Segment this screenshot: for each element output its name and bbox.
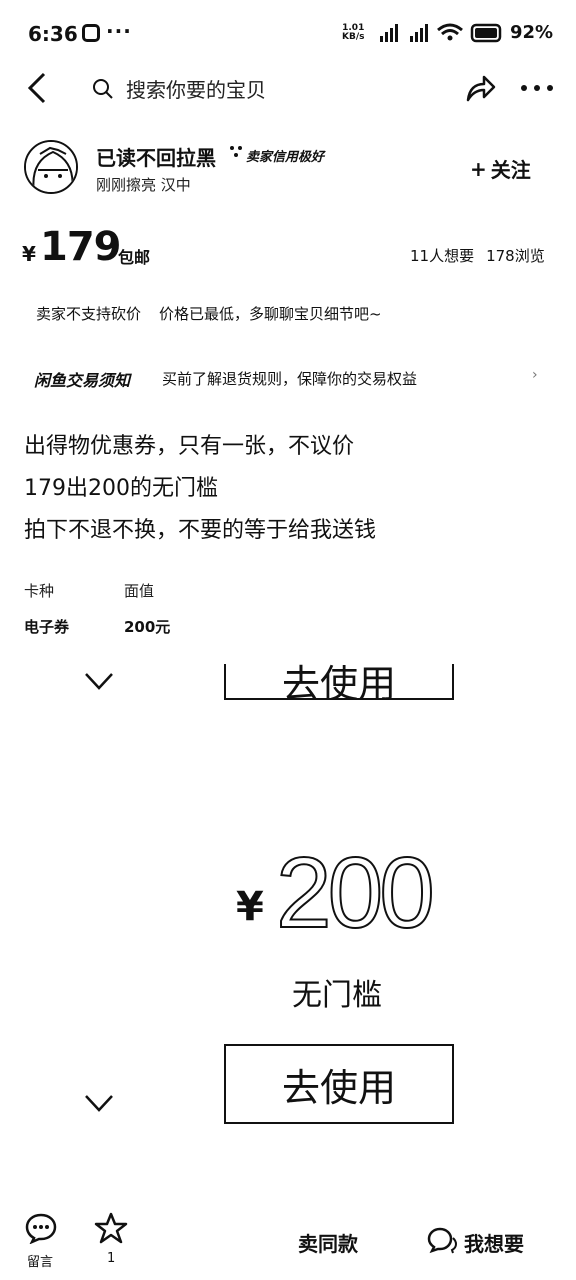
rules-logo: 闲鱼交易须知 (34, 371, 131, 390)
plus-icon: + (470, 156, 487, 181)
price-amount: 179 (40, 224, 121, 270)
app-notification-icon (82, 24, 100, 42)
follow-button[interactable]: + 关注 (470, 154, 531, 183)
item-description: 出得物优惠券，只有一张，不议价 179出200的无门槛 拍下不退不换，不要的等于… (24, 426, 376, 552)
more-icon[interactable] (520, 84, 554, 92)
spec-label-card-type: 卡种 (24, 582, 55, 600)
spec-value-face-value: 200元 (124, 618, 171, 636)
network-speed: 1.01 KB/s (342, 23, 365, 42)
shipping-label: 包邮 (118, 248, 151, 267)
use-coupon-button-top: 去使用 (224, 664, 454, 700)
search-input[interactable]: 搜索你要的宝贝 (126, 74, 266, 103)
wants-count: 11人想要 (410, 247, 475, 265)
comment-label: 留言 (27, 1255, 54, 1270)
favorite-star-icon[interactable] (94, 1212, 128, 1244)
coupon-condition: 无门槛 (292, 978, 382, 1013)
chevron-down-icon (85, 673, 113, 690)
rules-link[interactable]: 买前了解退货规则，保障你的交易权益 (162, 368, 417, 389)
search-icon (93, 79, 113, 99)
spec-value-card-type: 电子券 (24, 618, 70, 636)
avatar[interactable] (24, 140, 78, 194)
more-notifications-icon: ··· (106, 19, 132, 43)
want-button[interactable]: 我想要 (464, 1228, 524, 1257)
bargain-notice: 卖家不支持砍价 价格已最低，多聊聊宝贝细节吧~ (36, 305, 382, 323)
seller-name[interactable]: 已读不回拉黑 (96, 142, 216, 171)
chevron-right-icon[interactable]: › (532, 367, 538, 383)
signal-wifi-battery-icons (380, 23, 502, 43)
coupon-currency: ¥ (236, 884, 264, 930)
spec-label-face-value: 面值 (124, 582, 155, 600)
use-coupon-button: 去使用 (224, 1044, 454, 1124)
chevron-down-icon (85, 1095, 113, 1112)
sell-same-button[interactable]: 卖同款 (298, 1228, 358, 1257)
description-line: 出得物优惠券，只有一张，不议价 (24, 434, 355, 459)
views-count: 178浏览 (486, 247, 545, 265)
battery-percent: 92% (510, 22, 554, 43)
comment-icon[interactable] (24, 1212, 58, 1244)
chat-icon (427, 1227, 458, 1254)
credit-badge: 卖家信用极好 (246, 150, 325, 165)
back-icon[interactable] (26, 72, 48, 104)
credit-icon (230, 146, 242, 157)
share-icon[interactable] (464, 72, 496, 104)
price-currency: ¥ (22, 242, 36, 266)
seller-meta: 刚刚擦亮 汉中 (96, 176, 191, 194)
status-time: 6:36 (28, 22, 78, 46)
description-line: 拍下不退不换，不要的等于给我送钱 (24, 518, 377, 543)
item-stats: 11人想要 178浏览 (410, 245, 545, 266)
description-line: 179出200的无门槛 (24, 476, 218, 501)
favorite-count: 1 (107, 1251, 116, 1266)
coupon-value: 200 (275, 836, 436, 950)
